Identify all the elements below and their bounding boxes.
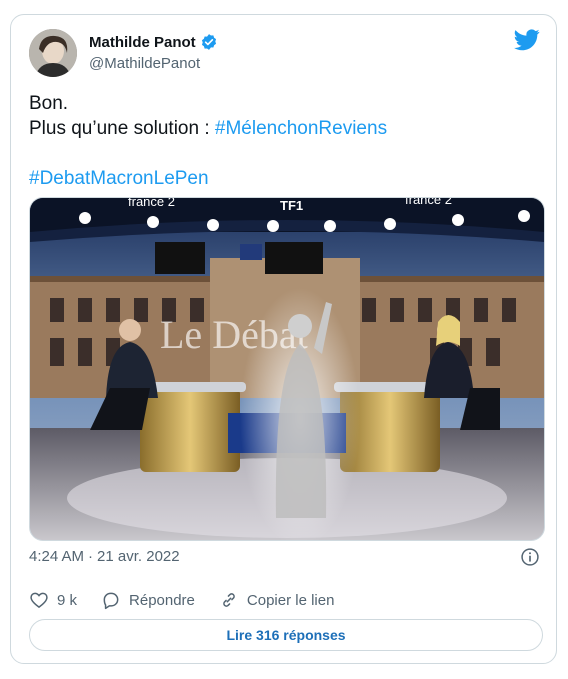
tweet-card: Mathilde Panot @MathildePanot Bon. Plus … (10, 14, 557, 664)
hashtag-debat-macron-lepen[interactable]: #DebatMacronLePen (29, 168, 209, 189)
read-replies-button[interactable]: Lire 316 réponses (29, 619, 543, 651)
verified-badge-icon (201, 34, 216, 50)
channel-left: france 2 (128, 198, 175, 209)
copy-link-button[interactable]: Copier le lien (219, 590, 335, 610)
tweet-line-2-prefix: Plus qu’une solution : (29, 118, 215, 139)
tweet-text: Bon. Plus qu’une solution : #MélenchonRe… (29, 91, 539, 191)
tweet-line-1: Bon. (29, 93, 69, 114)
info-icon[interactable] (520, 547, 540, 567)
tweet-time: 4:24 AM (29, 548, 85, 565)
reply-label: Répondre (129, 591, 195, 609)
heart-icon (30, 592, 48, 608)
tweet-line-2: Plus qu’une solution : #MélenchonReviens (29, 116, 539, 141)
tweet-image[interactable]: france 2 TF1 france 2 Le Débat (29, 197, 545, 541)
hashtag-melenchon-reviens[interactable]: #MélenchonReviens (215, 118, 387, 139)
channel-center: TF1 (280, 198, 303, 213)
author-name[interactable]: Mathilde Panot (89, 34, 196, 51)
author-handle[interactable]: @MathildePanot (89, 55, 200, 72)
tweet-date: 21 avr. 2022 (97, 548, 180, 565)
twitter-bird-icon[interactable] (514, 29, 540, 51)
tweet-line-4: #DebatMacronLePen (29, 166, 539, 191)
debate-photo: france 2 TF1 france 2 Le Débat (30, 198, 544, 540)
reply-button[interactable]: Répondre (101, 590, 195, 610)
link-icon (223, 593, 235, 607)
like-button[interactable]: 9 k (29, 590, 77, 610)
like-count: 9 k (57, 591, 78, 609)
meta-separator: · (88, 548, 94, 565)
copy-link-label: Copier le lien (246, 591, 335, 609)
action-bar: 9 k Répondre Copier le lien (29, 590, 358, 610)
reply-bubble-icon (103, 592, 119, 610)
tweet-timestamp[interactable]: 4:24 AM · 21 avr. 2022 (29, 548, 180, 565)
author-row: Mathilde Panot (89, 33, 218, 51)
avatar[interactable] (29, 29, 77, 77)
channel-right: france 2 (405, 198, 452, 207)
